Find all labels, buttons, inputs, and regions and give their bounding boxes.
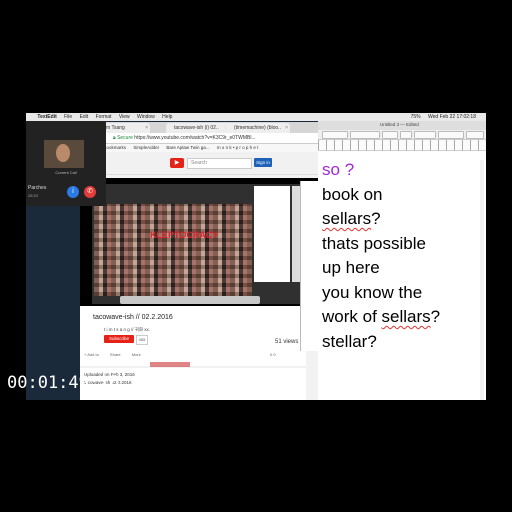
menu-view[interactable]: View	[119, 113, 130, 121]
paragraph-style-select[interactable]	[322, 131, 348, 139]
line-text: ?	[371, 209, 381, 228]
browser-tab-strip: Tim Tsang× tacowave-ish (i) 02..× (timem…	[80, 122, 320, 133]
tab-label: tacowave-ish (i) 02..	[174, 125, 219, 131]
text-color-button[interactable]	[414, 131, 436, 139]
like-dislike-counts[interactable]: 0 0	[270, 352, 276, 357]
close-tab-icon[interactable]: ×	[285, 123, 288, 133]
current-call-label: Current Call	[55, 170, 77, 175]
menu-file[interactable]: File	[64, 113, 72, 121]
lock-icon: 🔒︎	[113, 135, 116, 141]
info-icon[interactable]: i	[67, 186, 79, 198]
bookmark-bare[interactable]: Bare Aplaw Twin ga...	[166, 145, 209, 150]
menu-help[interactable]: Help	[162, 113, 172, 121]
document-line: up here	[322, 258, 380, 277]
subscriber-count: 455	[136, 335, 148, 345]
url-text: https://www.youtube.com/watch?v=K3C9r_e0…	[134, 135, 256, 141]
secure-label: Secure	[117, 135, 133, 141]
video-inner-panel	[254, 186, 290, 282]
menu-clock[interactable]: Wed Feb 22 17:02:18	[428, 113, 476, 121]
line-text: work of	[322, 307, 382, 326]
bookmark-monk[interactable]: m o n k • p r o p h e t	[217, 145, 259, 150]
misspelled-word[interactable]: sellars	[322, 209, 371, 228]
list-style-select[interactable]	[466, 131, 484, 139]
tab-tacowave[interactable]: tacowave-ish (i) 02..×	[166, 123, 230, 133]
document-body[interactable]: so ? book on sellars? thats possible up …	[322, 158, 484, 354]
line-text: so	[322, 160, 345, 179]
font-style-select[interactable]	[382, 131, 398, 139]
menu-bar: TextEdit File Edit Format View Window He…	[26, 113, 486, 121]
document-line: so ?	[322, 158, 484, 183]
textedit-ruler[interactable]	[318, 140, 486, 151]
battery-percent[interactable]: 75%	[411, 113, 421, 121]
textedit-scrollbar[interactable]	[480, 160, 484, 400]
sign-in-button[interactable]: Sign in	[254, 158, 272, 167]
subscribe-button[interactable]: Subscribe	[104, 335, 134, 343]
document-line: you know the	[322, 282, 423, 302]
menu-status-area: 75% Wed Feb 22 17:02:18	[411, 113, 482, 121]
url-display[interactable]: 🔒︎ Secure https://www.youtube.com/watch?…	[113, 134, 256, 143]
textedit-title: Untitled 3 — Edited	[380, 122, 419, 127]
video-actions: + Add to Share More	[84, 352, 151, 357]
menu-app-name[interactable]: TextEdit	[37, 113, 56, 121]
video-title: tacowave-ish // 02.2.2016	[93, 314, 173, 321]
caller-name: Parches	[28, 185, 47, 191]
bookmark-bookmarks[interactable]: Bookmarks	[104, 145, 127, 150]
tab-label: (timemachine) (bloo..	[234, 125, 281, 131]
line-text: ?	[430, 307, 441, 326]
alignment-buttons[interactable]	[438, 131, 464, 139]
tab-timemachine[interactable]: (timemachine) (bloo.. ×	[226, 123, 290, 133]
timecode-overlay: 00:01:49;16	[7, 373, 120, 393]
video-mosaic-overlay	[94, 204, 252, 296]
font-family-select[interactable]	[350, 131, 380, 139]
view-count: 51 views	[275, 339, 299, 345]
bookmark-simpleadder[interactable]: SimpleAdder	[133, 145, 159, 150]
menu-format[interactable]: Format	[96, 113, 112, 121]
document-line: sellars?	[322, 207, 484, 232]
bookmarks-bar: Apps Bookmarks SimpleAdder Bare Aplaw Tw…	[80, 144, 320, 152]
playlist-strip	[150, 362, 190, 367]
document-line: work of sellars?	[322, 305, 484, 330]
close-tab-icon[interactable]: ×	[145, 123, 148, 133]
document-line: book on	[322, 184, 383, 204]
caller-avatar	[56, 144, 70, 162]
search-input[interactable]: Search	[187, 158, 252, 169]
document-line: stellar?	[322, 331, 377, 351]
more-button[interactable]: More	[132, 352, 141, 357]
font-size-select[interactable]	[400, 131, 412, 139]
video-overlay-title: KLEPTOCRACY	[150, 230, 219, 240]
youtube-logo-icon[interactable]: ▶	[170, 158, 184, 168]
document-line: thats possible	[322, 233, 426, 253]
add-to-button[interactable]: + Add to	[84, 352, 99, 357]
misspelled-word[interactable]: sellars	[382, 307, 431, 326]
menu-edit[interactable]: Edit	[80, 113, 89, 121]
line-text: ?	[344, 160, 355, 179]
channel-name[interactable]: t i m t s a n g // 귀화 xx.	[104, 327, 150, 333]
menu-window[interactable]: Window	[137, 113, 155, 121]
share-button[interactable]: Share	[110, 352, 121, 357]
video-inner-dock	[120, 296, 260, 304]
background-window	[300, 181, 319, 351]
call-duration: 28:53	[28, 193, 39, 198]
end-call-icon[interactable]: ✆	[84, 186, 96, 198]
